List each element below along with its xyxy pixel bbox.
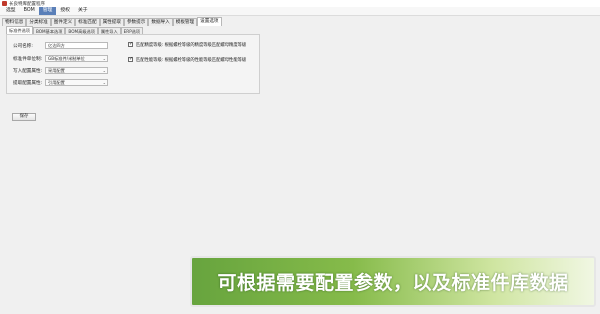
precision-check-label: 匹配精度等级: 根据螺栓等级的精度等级匹配螺母精度等级 xyxy=(136,42,247,48)
menu-item-about[interactable]: 关于 xyxy=(74,7,92,15)
tab-classification[interactable]: 分类标准 xyxy=(26,18,51,26)
tab-bom-basic-options[interactable]: BOM基本选项 xyxy=(32,27,66,34)
import-select[interactable]: 采用配置 ⌄ xyxy=(45,67,108,74)
precision-check-row[interactable]: ✓ 匹配精度等级: 根据螺栓等级的精度等级匹配螺母精度等级 xyxy=(128,41,246,48)
extract-row: 提取配置属性: 引用配置 ⌄ xyxy=(13,79,108,86)
performance-check-label: 匹配性能等级: 根据螺栓等级的性能等级匹配螺母性能等级 xyxy=(136,57,247,63)
tab-parameter-hint[interactable]: 参数提示 xyxy=(123,18,149,26)
chevron-down-icon: ⌄ xyxy=(102,68,106,73)
save-button[interactable]: 保存 xyxy=(12,113,36,121)
app-icon xyxy=(2,1,7,6)
chevron-down-icon: ⌄ xyxy=(102,80,106,85)
unit-select-value: GB标准件/米制单位 xyxy=(48,56,85,61)
tab-erp-options[interactable]: ERP选项 xyxy=(120,27,144,34)
caption-banner: 可根据需要配置参数，以及标准件库数据 xyxy=(190,256,596,307)
import-label: 写入配置属性: xyxy=(13,68,43,74)
menu-item-manage[interactable]: 管理 xyxy=(38,7,57,15)
menu-item-select[interactable]: 选型 xyxy=(2,7,20,15)
checkmark-icon: ✓ xyxy=(129,56,134,62)
tab-standard-part-options[interactable]: 标准件选项 xyxy=(6,26,33,34)
unit-row: 标准件单位制: GB标准件/米制单位 ⌄ xyxy=(13,55,108,62)
performance-check-row[interactable]: ✓ 匹配性能等级: 根据螺栓等级的性能等级匹配螺母性能等级 xyxy=(128,56,246,63)
caption-text: 可根据需要配置参数，以及标准件库数据 xyxy=(217,272,569,294)
tab-bom-advanced-options[interactable]: BOM高级选项 xyxy=(65,27,98,34)
menu-bar: 选型 BOM 管理 授权 关于 xyxy=(0,7,600,16)
company-label: 公司名称: xyxy=(13,43,33,49)
company-input[interactable]: 亿达四方 xyxy=(45,42,108,49)
checkmark-icon: ✓ xyxy=(129,41,134,47)
company-row: 公司名称: 亿达四方 xyxy=(13,42,108,49)
secondary-tab-strip: 标准件选项 BOM基本选项 BOM高级选项 属性导入 ERP选项 xyxy=(6,26,144,34)
tab-material-info[interactable]: 物料信息 xyxy=(2,18,27,26)
settings-panel: 公司名称: 亿达四方 标准件单位制: GB标准件/米制单位 ⌄ 写入配置属性: … xyxy=(6,34,260,94)
primary-tab-strip: 物料信息 分类标准 图件定义 标准匹配 属性提取 参数提示 数据导入 模板管理 … xyxy=(0,17,222,26)
title-bar: 长良特库配置程序 xyxy=(0,0,600,7)
tab-attribute-import[interactable]: 属性导入 xyxy=(97,27,121,34)
import-select-value: 采用配置 xyxy=(48,68,65,73)
import-row: 写入配置属性: 采用配置 ⌄ xyxy=(13,67,108,74)
extract-select[interactable]: 引用配置 ⌄ xyxy=(45,79,108,86)
unit-label: 标准件单位制: xyxy=(13,56,43,62)
precision-checkbox[interactable]: ✓ xyxy=(128,41,134,47)
window-title: 长良特库配置程序 xyxy=(9,1,45,7)
tab-drawing-definition[interactable]: 图件定义 xyxy=(50,18,76,26)
extract-select-value: 引用配置 xyxy=(48,80,65,85)
menu-item-license[interactable]: 授权 xyxy=(56,7,74,15)
tab-attribute-extract[interactable]: 属性提取 xyxy=(99,18,124,26)
unit-select[interactable]: GB标准件/米制单位 ⌄ xyxy=(45,55,108,62)
performance-checkbox[interactable]: ✓ xyxy=(128,56,134,62)
menu-item-bom[interactable]: BOM xyxy=(20,7,39,15)
tab-template-manage[interactable]: 模板管理 xyxy=(172,18,198,26)
extract-label: 提取配置属性: xyxy=(13,80,43,86)
tab-settings[interactable]: 设置选项 xyxy=(197,17,222,26)
chevron-down-icon: ⌄ xyxy=(102,56,106,61)
tab-standard-match[interactable]: 标准匹配 xyxy=(75,18,100,26)
tab-data-import[interactable]: 数据导入 xyxy=(148,18,173,26)
